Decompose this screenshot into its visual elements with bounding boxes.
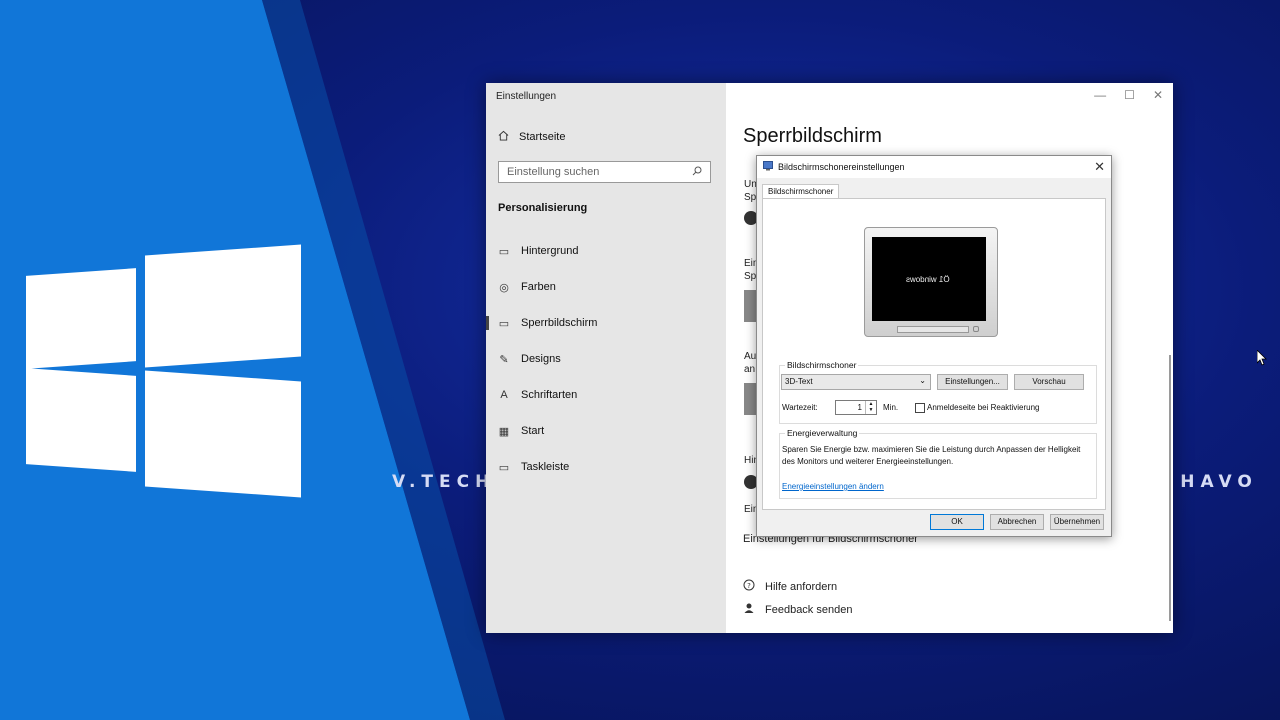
dialog-title: Bildschirmschonereinstellungen [778,162,905,172]
background-text-right: SHAVO [1162,472,1258,492]
search-icon [692,166,702,179]
logon-label: Anmeldeseite bei Reaktivierung [927,403,1040,412]
home-icon [498,130,509,144]
app-title: Einstellungen [496,91,557,102]
home-label: Startseite [519,131,566,143]
content-fragment: Un [744,179,757,190]
energy-description: Sparen Sie Energie bzw. maximieren Sie d… [782,445,1081,466]
nav-item-label: Farben [521,281,556,293]
nav-item-label: Sperrbildschirm [521,317,598,329]
preview-text: Ö1 windows [906,275,950,284]
nav-item-label: Schriftarten [521,389,578,401]
wait-label: Wartezeit: [782,403,818,412]
app-thumbnail[interactable] [744,383,756,415]
windows-logo-pane-tl [26,268,136,369]
content-fragment: Sp [744,192,757,203]
screensaver-icon [763,161,773,171]
nav-item-start[interactable]: ▦ Start [486,416,726,446]
chevron-down-icon: ⌄ [919,376,926,385]
help-icon: ? [743,579,755,594]
maximize-icon[interactable]: ☐ [1124,88,1135,102]
lock-screen-icon: ▭ [498,317,510,330]
group-label: Bildschirmschoner [785,360,859,370]
screensaver-select[interactable]: 3D-Text ⌄ [781,374,931,390]
home-nav-item[interactable]: Startseite [498,130,565,144]
ok-button[interactable]: OK [930,514,984,530]
svg-text:?: ? [747,582,751,590]
nav-item-farben[interactable]: ◎ Farben [486,272,726,302]
nav-item-label: Hintergrund [521,245,579,257]
taskbar-icon: ▭ [498,461,510,474]
search-placeholder: Einstellung suchen [507,166,600,178]
windows-logo-pane-br [145,370,301,498]
help-label: Hilfe anfordern [765,580,838,593]
monitor-base [897,326,969,333]
brush-icon: ✎ [499,353,509,366]
monitor-preview: Ö1 windows [864,227,998,337]
section-heading: Personalisierung [498,202,588,214]
cancel-button[interactable]: Abbrechen [990,514,1044,530]
minimize-icon[interactable]: — [1094,88,1106,102]
windows-logo-pane-bl [26,368,136,472]
scrollbar[interactable] [1169,355,1171,621]
app-thumbnail[interactable] [744,290,756,322]
search-input[interactable]: Einstellung suchen [498,161,711,183]
nav-item-label: Start [521,425,545,437]
content-fragment: Sp [744,271,757,282]
page-title: Sperrbildschirm [743,125,882,147]
group-label: Energieverwaltung [785,428,860,438]
nav-item-taskleiste[interactable]: ▭ Taskleiste [486,452,726,482]
picture-icon: ▭ [498,245,510,258]
wait-value: 1 [857,403,862,412]
content-fragment: Au [744,351,757,362]
spin-arrows-icon[interactable]: ▲ ▼ [865,401,876,414]
monitor-screen: Ö1 windows [872,237,986,321]
mouse-cursor-icon [1256,349,1267,371]
dialog-titlebar[interactable]: Bildschirmschonereinstellungen ✕ [757,156,1111,178]
tab-bildschirmschoner[interactable]: Bildschirmschoner [762,184,840,198]
content-fragment: an [744,364,756,375]
monitor-led [973,326,979,332]
logon-checkbox[interactable] [915,403,925,413]
font-icon: A [500,389,508,401]
close-icon[interactable]: ✕ [1094,159,1105,175]
energy-settings-link[interactable]: Energieeinstellungen ändern [782,482,884,491]
nav-item-label: Taskleiste [521,461,570,473]
windows-logo-pane-tr [145,244,301,368]
feedback-icon [743,602,755,617]
preview-button[interactable]: Vorschau [1014,374,1084,390]
nav-item-schriftarten[interactable]: A Schriftarten [486,380,726,410]
start-icon: ▦ [498,425,510,438]
screensaver-dialog: Bildschirmschonereinstellungen ✕ Bildsch… [756,155,1112,537]
nav-item-label: Designs [521,353,561,365]
close-icon[interactable]: ✕ [1153,88,1163,102]
wait-unit: Min. [883,403,899,412]
feedback-link[interactable]: Feedback senden [743,602,852,617]
nav-item-designs[interactable]: ✎ Designs [486,344,726,374]
window-controls: — ☐ ✕ [1094,88,1163,102]
palette-icon: ◎ [499,281,509,294]
help-link[interactable]: ? Hilfe anfordern [743,579,837,594]
settings-button[interactable]: Einstellungen... [937,374,1008,390]
select-value: 3D-Text [785,377,813,386]
wait-time-stepper[interactable]: 1 ▲ ▼ [835,400,877,415]
nav-item-sperrbildschirm[interactable]: ▭ Sperrbildschirm [486,308,726,338]
nav-item-hintergrund[interactable]: ▭ Hintergrund [486,236,726,266]
settings-sidebar: Einstellungen Startseite Einstellung suc… [486,83,726,633]
feedback-label: Feedback senden [765,603,853,616]
apply-button[interactable]: Übernehmen [1050,514,1104,530]
